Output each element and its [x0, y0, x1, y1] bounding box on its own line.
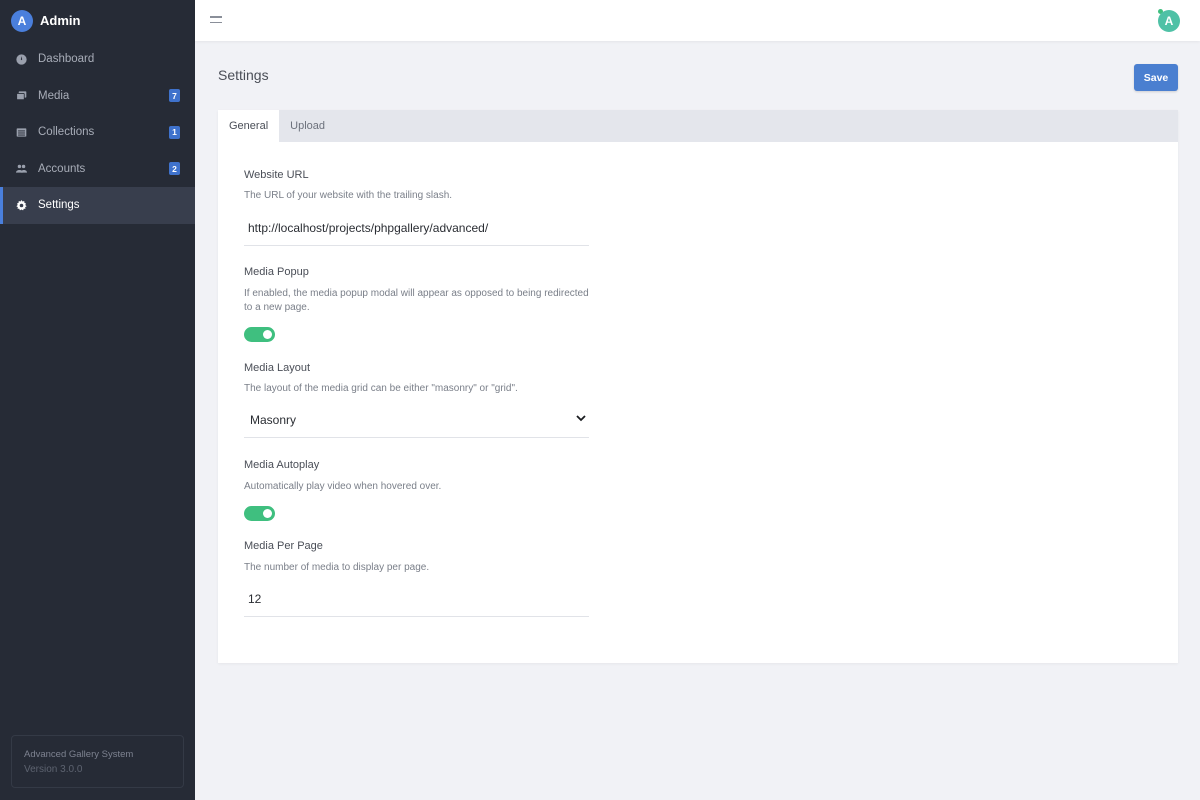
gear-icon [15, 199, 27, 211]
app-name: Advanced Gallery System [24, 749, 134, 760]
brand-name: Admin [40, 13, 81, 28]
tab-general[interactable]: General [218, 110, 280, 142]
save-button[interactable]: Save [1134, 64, 1178, 91]
media-popup-label: Media Popup [244, 266, 309, 278]
menu-toggle-icon[interactable] [210, 16, 222, 24]
sidebar-item-collections[interactable]: Collections 1 [0, 114, 195, 151]
media-autoplay-label: Media Autoplay [244, 459, 320, 471]
count-badge: 7 [169, 89, 180, 103]
website-url-description: The URL of your website with the trailin… [244, 190, 453, 201]
toggle-knob [263, 509, 272, 518]
sidebar-item-settings[interactable]: Settings [0, 187, 195, 224]
sidebar-item-label: Accounts [38, 162, 86, 175]
sidebar-item-label: Collections [38, 126, 95, 139]
media-layout-select[interactable]: Masonry [244, 402, 589, 438]
media-popup-toggle[interactable] [244, 327, 275, 342]
app-version: Version 3.0.0 [24, 764, 83, 775]
settings-card: General Upload Website URL The URL of yo… [218, 110, 1178, 663]
sidebar-nav: Dashboard Media 7 Collections 1 Accounts… [0, 41, 195, 224]
count-badge: 2 [169, 162, 180, 176]
tab-upload[interactable]: Upload [279, 110, 336, 142]
topbar: A [195, 0, 1200, 41]
images-icon [15, 90, 27, 102]
page-title: Settings [218, 67, 269, 83]
sidebar-item-accounts[interactable]: Accounts 2 [0, 151, 195, 188]
sidebar-item-label: Media [38, 89, 70, 102]
media-layout-value: Masonry [250, 412, 297, 427]
sidebar: A Admin Dashboard Media 7 Collections 1 [0, 0, 195, 800]
list-icon [15, 126, 27, 138]
count-badge: 1 [169, 125, 180, 139]
media-per-page-label: Media Per Page [244, 540, 323, 552]
sidebar-item-label: Settings [38, 199, 80, 212]
media-autoplay-description: Automatically play video when hovered ov… [244, 481, 442, 492]
media-per-page-input[interactable] [244, 581, 589, 617]
chevron-down-icon [576, 415, 586, 422]
dashboard-icon [15, 53, 27, 65]
media-popup-description: If enabled, the media popup modal will a… [244, 288, 589, 313]
version-info: Advanced Gallery System Version 3.0.0 [11, 735, 184, 788]
settings-tabs: General Upload [218, 110, 1178, 142]
sidebar-item-media[interactable]: Media 7 [0, 78, 195, 115]
users-icon [15, 163, 27, 175]
media-layout-label: Media Layout [244, 362, 311, 374]
user-avatar[interactable]: A [1158, 10, 1180, 32]
media-autoplay-toggle[interactable] [244, 506, 275, 521]
media-per-page-description: The number of media to display per page. [244, 562, 430, 573]
brand-avatar: A [11, 9, 33, 32]
brand[interactable]: A Admin [0, 0, 195, 41]
sidebar-item-dashboard[interactable]: Dashboard [0, 41, 195, 78]
website-url-label: Website URL [244, 169, 309, 181]
website-url-input[interactable] [244, 210, 589, 246]
sidebar-item-label: Dashboard [38, 53, 95, 66]
media-layout-description: The layout of the media grid can be eith… [244, 383, 518, 394]
toggle-knob [263, 330, 272, 339]
